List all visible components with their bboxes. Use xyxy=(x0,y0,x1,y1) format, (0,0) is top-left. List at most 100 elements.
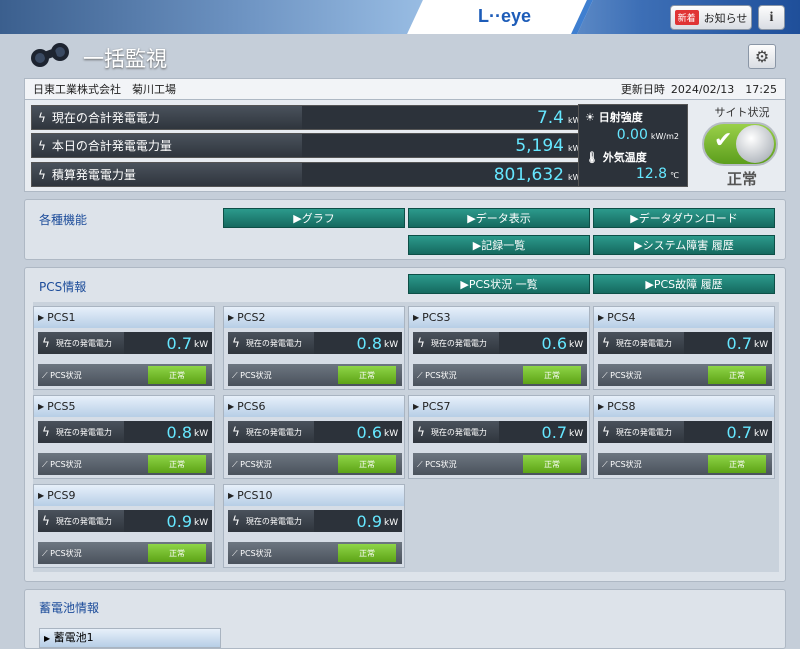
pcs-status-badge: 正常 xyxy=(148,455,206,473)
pcs-power-value: 0.7 xyxy=(166,333,192,353)
checkmark-icon: ✔ xyxy=(714,128,733,153)
pcs-card[interactable]: ▶ PCS6 ϟ 現在の発電電力 0.6 kW ⟋ PCS状況 正常 xyxy=(223,395,405,479)
pcs-status-badge: 正常 xyxy=(523,455,581,473)
pcs-card[interactable]: ▶ PCS10 ϟ 現在の発電電力 0.9 kW ⟋ PCS状況 正常 xyxy=(223,484,405,568)
pcs-card-header[interactable]: ▶ PCS2 xyxy=(224,307,404,328)
pcs-power-unit: kW xyxy=(194,429,209,439)
pcs-wave-icon: ⟋ xyxy=(602,459,608,469)
pcs-card-header[interactable]: ▶ PCS8 xyxy=(594,396,774,417)
pcs-status-row: ⟋ PCS状況 正常 xyxy=(413,453,587,475)
pcs-status-badge: 正常 xyxy=(148,366,206,384)
functions-title: 各種機能 xyxy=(39,213,88,227)
pcs-card-header[interactable]: ▶ PCS4 xyxy=(594,307,774,328)
record-list-button[interactable]: ▶記録一覧 xyxy=(408,235,590,255)
total-energy-row: ϟ 積算発電電力量 801,632 kWh xyxy=(31,162,595,187)
pcs-power-unit: kW xyxy=(194,340,209,350)
pcs-power-unit: kW xyxy=(754,340,769,350)
pcs-status-label: PCS状況 xyxy=(240,459,272,469)
pcs-wave-icon: ⟋ xyxy=(42,548,48,558)
pcs-card[interactable]: ▶ PCS4 ϟ 現在の発電電力 0.7 kW ⟋ PCS状況 正常 xyxy=(593,306,775,390)
functions-panel: 各種機能 ▶グラフ ▶データ表示 ▶データダウンロード ▶記録一覧 ▶システム障… xyxy=(24,199,786,260)
pcs-power-unit: kW xyxy=(384,518,399,528)
pcs-card-header[interactable]: ▶ PCS10 xyxy=(224,485,404,506)
pcs-card[interactable]: ▶ PCS5 ϟ 現在の発電電力 0.8 kW ⟋ PCS状況 正常 xyxy=(33,395,215,479)
pcs-card[interactable]: ▶ PCS8 ϟ 現在の発電電力 0.7 kW ⟋ PCS状況 正常 xyxy=(593,395,775,479)
lightning-icon: ϟ xyxy=(602,425,610,439)
pcs-power-row: ϟ 現在の発電電力 0.9 kW xyxy=(228,510,402,532)
system-fault-history-button[interactable]: ▶システム障害 履歴 xyxy=(593,235,775,255)
top-bar: L··eye 新着 お知らせ i xyxy=(0,0,800,34)
pcs-power-label: 現在の発電電力 xyxy=(245,427,302,437)
triangle-icon: ▶ xyxy=(38,402,45,411)
lightning-icon: ϟ xyxy=(417,336,425,350)
pcs-card-header[interactable]: ▶ PCS3 xyxy=(409,307,589,328)
pcs-wave-icon: ⟋ xyxy=(232,548,238,558)
temperature-unit: ℃ xyxy=(670,171,679,180)
pcs-wave-icon: ⟋ xyxy=(232,370,238,380)
pcs-power-label: 現在の発電電力 xyxy=(615,338,672,348)
pcs-card[interactable]: ▶ PCS2 ϟ 現在の発電電力 0.8 kW ⟋ PCS状況 正常 xyxy=(223,306,405,390)
pcs-wave-icon: ⟋ xyxy=(417,370,423,380)
settings-button[interactable]: ⚙ xyxy=(748,44,776,69)
pcs-name: PCS3 xyxy=(422,311,451,324)
pcs-power-unit: kW xyxy=(384,340,399,350)
thermometer-icon: 🌡 xyxy=(585,151,599,164)
site-header: 日東工業株式会社 菊川工場 更新日時 2024/02/13 17:25 xyxy=(24,78,786,100)
pcs-power-row: ϟ 現在の発電電力 0.8 kW xyxy=(228,332,402,354)
triangle-icon: ▶ xyxy=(38,313,45,322)
pcs-power-value: 0.9 xyxy=(166,511,192,531)
pcs-card-header[interactable]: ▶ PCS1 xyxy=(34,307,214,328)
pcs-card-header[interactable]: ▶ PCS9 xyxy=(34,485,214,506)
current-power-value: 7.4 xyxy=(536,107,564,128)
graph-button[interactable]: ▶グラフ xyxy=(223,208,405,228)
current-power-label: 現在の合計発電電力 xyxy=(51,111,160,125)
pcs-power-value: 0.6 xyxy=(541,333,567,353)
pcs-power-label: 現在の発電電力 xyxy=(615,427,672,437)
pcs-status-label: PCS状況 xyxy=(240,548,272,558)
pcs-power-label: 現在の発電電力 xyxy=(245,516,302,526)
pcs-power-unit: kW xyxy=(754,429,769,439)
sun-icon: ☀ xyxy=(585,111,595,124)
pcs-card-header[interactable]: ▶ PCS7 xyxy=(409,396,589,417)
pcs-status-badge: 正常 xyxy=(338,544,396,562)
pcs-power-row: ϟ 現在の発電電力 0.6 kW xyxy=(228,421,402,443)
battery-card[interactable]: ▶ 蓄電池1 xyxy=(39,628,221,648)
pcs-power-value: 0.7 xyxy=(541,422,567,442)
lightning-icon: ϟ xyxy=(38,110,46,125)
total-energy-value: 801,632 xyxy=(493,164,564,185)
pcs-status-badge: 正常 xyxy=(338,455,396,473)
pcs-name: PCS6 xyxy=(237,400,266,413)
pcs-card[interactable]: ▶ PCS3 ϟ 現在の発電電力 0.6 kW ⟋ PCS状況 正常 xyxy=(408,306,590,390)
pcs-name: PCS9 xyxy=(47,489,76,502)
pcs-name: PCS10 xyxy=(237,489,273,502)
info-button[interactable]: i xyxy=(758,5,785,30)
temperature-value: 12.8 xyxy=(635,166,668,182)
pcs-status-label: PCS状況 xyxy=(50,548,82,558)
pcs-status-row: ⟋ PCS状況 正常 xyxy=(38,542,212,564)
pcs-status-row: ⟋ PCS状況 正常 xyxy=(38,364,212,386)
data-download-button[interactable]: ▶データダウンロード xyxy=(593,208,775,228)
data-display-button[interactable]: ▶データ表示 xyxy=(408,208,590,228)
triangle-icon: ▶ xyxy=(413,402,420,411)
pcs-name: PCS8 xyxy=(607,400,636,413)
site-status-toggle: ✔ xyxy=(702,122,778,166)
pcs-power-unit: kW xyxy=(384,429,399,439)
pcs-card[interactable]: ▶ PCS1 ϟ 現在の発電電力 0.7 kW ⟋ PCS状況 正常 xyxy=(33,306,215,390)
pcs-card[interactable]: ▶ PCS9 ϟ 現在の発電電力 0.9 kW ⟋ PCS状況 正常 xyxy=(33,484,215,568)
lightning-icon: ϟ xyxy=(38,138,46,153)
pcs-fault-history-button[interactable]: ▶PCS故障 履歴 xyxy=(593,274,775,294)
pcs-power-value: 0.9 xyxy=(356,511,382,531)
pcs-power-unit: kW xyxy=(194,518,209,528)
pcs-power-row: ϟ 現在の発電電力 0.8 kW xyxy=(38,421,212,443)
pcs-card-header[interactable]: ▶ PCS5 xyxy=(34,396,214,417)
triangle-icon: ▶ xyxy=(228,313,235,322)
pcs-name: PCS7 xyxy=(422,400,451,413)
pcs-status-list-button[interactable]: ▶PCS状況 一覧 xyxy=(408,274,590,294)
pcs-card[interactable]: ▶ PCS7 ϟ 現在の発電電力 0.7 kW ⟋ PCS状況 正常 xyxy=(408,395,590,479)
pcs-power-label: 現在の発電電力 xyxy=(430,338,487,348)
pcs-status-badge: 正常 xyxy=(523,366,581,384)
notice-button[interactable]: 新着 お知らせ xyxy=(670,5,752,30)
toggle-knob xyxy=(736,125,774,163)
weather-panel: ☀ 日射強度 0.00 kW/m2 🌡 外気温度 12.8 ℃ xyxy=(578,104,688,187)
pcs-card-header[interactable]: ▶ PCS6 xyxy=(224,396,404,417)
